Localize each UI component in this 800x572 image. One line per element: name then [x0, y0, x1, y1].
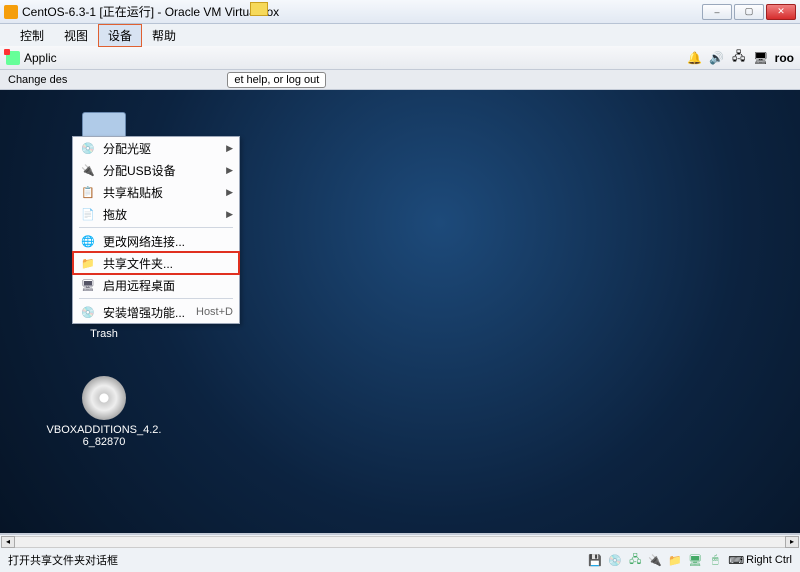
host-menubar: 控制 视图 设备 帮助 [0, 24, 800, 46]
applications-label[interactable]: Applic [24, 51, 57, 65]
menu-item[interactable]: 🌐 更改网络连接... [73, 230, 239, 252]
network-icon[interactable]: 🖧 [731, 50, 747, 66]
hdd-indicator-icon: 💾 [588, 553, 602, 567]
minimize-button[interactable]: – [702, 4, 732, 20]
shared-folder-indicator-icon: 📁 [668, 553, 682, 567]
menu-item[interactable]: 📄 拖放 ▶ [73, 203, 239, 225]
submenu-arrow-icon: ▶ [226, 143, 233, 154]
guest-desktop[interactable]: Con root' Trash VBOXADDITIONS_4.2.6_8287… [0, 90, 800, 534]
menu-item-label: 分配光驱 [103, 140, 151, 157]
maximize-button[interactable]: ▢ [734, 4, 764, 20]
menu-item-icon: 📁 [81, 256, 95, 270]
menu-separator [79, 298, 233, 299]
icon-label: Trash [44, 328, 164, 340]
desktop-icon-disc[interactable]: VBOXADDITIONS_4.2.6_82870 [44, 376, 164, 448]
menu-item-label: 分配USB设备 [103, 162, 176, 179]
logout-hint-tooltip: et help, or log out [227, 72, 326, 88]
display-icon[interactable]: 🖥 [753, 50, 769, 66]
menu-item-icon: 🌐 [81, 234, 95, 248]
menu-item-icon: 💿 [81, 305, 95, 319]
keyboard-icon: ⌨ [728, 554, 744, 567]
host-statusbar: 打开共享文件夹对话框 💾 💿 🖧 🔌 📁 🖥 🖱 ⌨ Right Ctrl [0, 548, 800, 572]
menu-control[interactable]: 控制 [10, 24, 54, 47]
host-key-indicator: ⌨ Right Ctrl [728, 554, 792, 567]
menu-item-label: 启用远程桌面 [103, 277, 175, 294]
menu-help[interactable]: 帮助 [142, 24, 186, 47]
horizontal-scrollbar[interactable]: ◂ ▸ [0, 534, 800, 548]
submenu-arrow-icon: ▶ [226, 209, 233, 220]
scrollbar-track[interactable]: ◂ ▸ [14, 536, 786, 548]
window-titlebar: CentOS-6.3-1 [正在运行] - Oracle VM VirtualB… [0, 0, 800, 24]
net-indicator-icon: 🖧 [628, 553, 642, 567]
scroll-right-button[interactable]: ▸ [785, 536, 799, 548]
menu-item-label: 拖放 [103, 206, 127, 223]
menu-item-label: 共享粘贴板 [103, 184, 163, 201]
menu-item[interactable]: 💿 安装增强功能... Host+D [73, 301, 239, 323]
menu-item-icon: 🔌 [81, 163, 95, 177]
submenu-arrow-icon: ▶ [226, 187, 233, 198]
menu-item-shortcut: Host+D [196, 306, 233, 318]
menu-item[interactable]: 📋 共享粘贴板 ▶ [73, 181, 239, 203]
menu-item-label: 共享文件夹... [103, 255, 173, 272]
menu-item-icon: 🖥 [81, 278, 95, 292]
menu-item[interactable]: 🔌 分配USB设备 ▶ [73, 159, 239, 181]
close-button[interactable]: ✕ [766, 4, 796, 20]
guest-top-panel: Applic 🔔 🔊 🖧 🖥 roo [0, 46, 800, 70]
guest-secondary-bar: Change des et help, or log out [0, 70, 800, 90]
applications-icon[interactable] [6, 51, 20, 65]
menu-item-label: 更改网络连接... [103, 233, 185, 250]
status-hint: 打开共享文件夹对话框 [8, 552, 118, 568]
menu-item[interactable]: 🖥 启用远程桌面 [73, 274, 239, 296]
menu-item-icon: 📋 [81, 185, 95, 199]
volume-icon[interactable]: 🔊 [709, 50, 725, 66]
note-icon[interactable] [250, 2, 268, 16]
alert-icon[interactable]: 🔔 [687, 50, 703, 66]
window-title: CentOS-6.3-1 [正在运行] - Oracle VM VirtualB… [22, 3, 279, 20]
icon-label: VBOXADDITIONS_4.2.6_82870 [44, 424, 164, 448]
scroll-left-button[interactable]: ◂ [1, 536, 15, 548]
change-desktop-label: Change des [8, 74, 67, 86]
menu-devices[interactable]: 设备 [98, 24, 142, 47]
window-buttons: – ▢ ✕ [702, 4, 796, 20]
mouse-capture-indicator-icon: 🖱 [708, 553, 722, 567]
host-key-label: Right Ctrl [746, 554, 792, 566]
menu-item[interactable]: 💿 分配光驱 ▶ [73, 137, 239, 159]
submenu-arrow-icon: ▶ [226, 165, 233, 176]
usb-indicator-icon: 🔌 [648, 553, 662, 567]
cd-icon [82, 376, 126, 420]
menu-view[interactable]: 视图 [54, 24, 98, 47]
cd-indicator-icon: 💿 [608, 553, 622, 567]
devices-menu-dropdown: 💿 分配光驱 ▶ 🔌 分配USB设备 ▶ 📋 共享粘贴板 ▶ 📄 拖放 ▶ 🌐 更改网络连接... 📁 共享文… [72, 136, 240, 324]
menu-item-icon: 💿 [81, 141, 95, 155]
menu-item-label: 安装增强功能... [103, 304, 185, 321]
menu-separator [79, 227, 233, 228]
menu-item[interactable]: 📁 共享文件夹... [73, 252, 239, 274]
display-indicator-icon: 🖥 [688, 553, 702, 567]
menu-item-icon: 📄 [81, 207, 95, 221]
virtualbox-icon [4, 5, 18, 19]
user-label[interactable]: roo [775, 51, 794, 65]
